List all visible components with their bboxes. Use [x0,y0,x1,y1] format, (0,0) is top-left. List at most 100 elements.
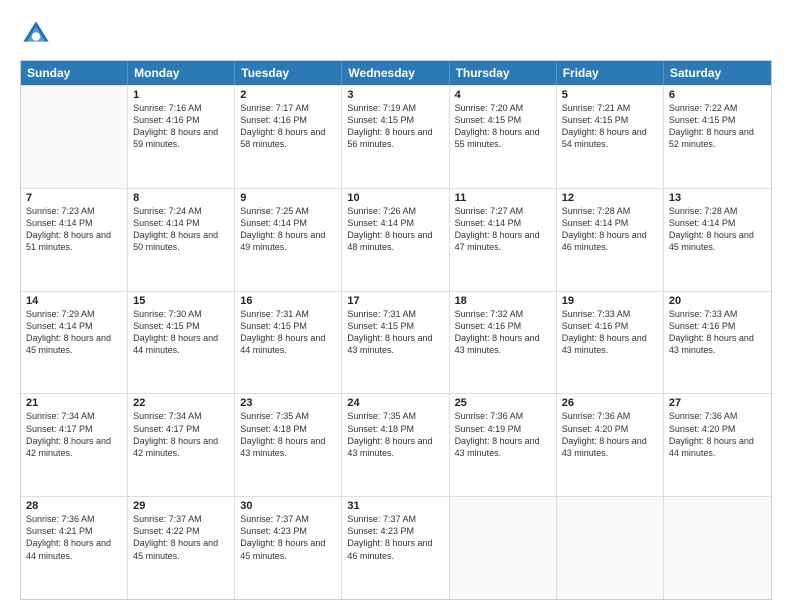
daylight-line2: 42 minutes. [26,447,122,459]
calendar-body: 1Sunrise: 7:16 AMSunset: 4:16 PMDaylight… [21,85,771,599]
sunset-line: Sunset: 4:21 PM [26,525,122,537]
weekday-header-tuesday: Tuesday [235,61,342,85]
sunrise-line: Sunrise: 7:29 AM [26,308,122,320]
weekday-header-thursday: Thursday [450,61,557,85]
sunset-line: Sunset: 4:16 PM [240,114,336,126]
day-number: 30 [240,500,336,512]
daylight-line1: Daylight: 8 hours and [133,332,229,344]
daylight-line1: Daylight: 8 hours and [26,435,122,447]
daylight-line2: 51 minutes. [26,241,122,253]
day-number: 5 [562,89,658,101]
sunrise-line: Sunrise: 7:36 AM [26,513,122,525]
sunrise-line: Sunrise: 7:24 AM [133,205,229,217]
sunset-line: Sunset: 4:14 PM [26,217,122,229]
daylight-line1: Daylight: 8 hours and [562,332,658,344]
sunset-line: Sunset: 4:22 PM [133,525,229,537]
sunset-line: Sunset: 4:14 PM [133,217,229,229]
daylight-line1: Daylight: 8 hours and [455,229,551,241]
day-number: 2 [240,89,336,101]
sunrise-line: Sunrise: 7:34 AM [26,410,122,422]
daylight-line2: 59 minutes. [133,138,229,150]
daylight-line1: Daylight: 8 hours and [240,229,336,241]
calendar-row-1: 7Sunrise: 7:23 AMSunset: 4:14 PMDaylight… [21,188,771,291]
calendar-cell: 21Sunrise: 7:34 AMSunset: 4:17 PMDayligh… [21,394,128,496]
sunrise-line: Sunrise: 7:21 AM [562,102,658,114]
daylight-line2: 55 minutes. [455,138,551,150]
daylight-line2: 44 minutes. [669,447,766,459]
sunset-line: Sunset: 4:16 PM [562,320,658,332]
calendar-cell: 14Sunrise: 7:29 AMSunset: 4:14 PMDayligh… [21,292,128,394]
sunset-line: Sunset: 4:15 PM [669,114,766,126]
daylight-line2: 52 minutes. [669,138,766,150]
daylight-line2: 45 minutes. [669,241,766,253]
weekday-header-saturday: Saturday [664,61,771,85]
sunset-line: Sunset: 4:18 PM [347,423,443,435]
calendar-row-3: 21Sunrise: 7:34 AMSunset: 4:17 PMDayligh… [21,393,771,496]
calendar-cell: 26Sunrise: 7:36 AMSunset: 4:20 PMDayligh… [557,394,664,496]
day-number: 12 [562,192,658,204]
sunrise-line: Sunrise: 7:37 AM [347,513,443,525]
day-number: 16 [240,295,336,307]
daylight-line2: 43 minutes. [562,344,658,356]
sunset-line: Sunset: 4:19 PM [455,423,551,435]
day-number: 31 [347,500,443,512]
sunset-line: Sunset: 4:17 PM [133,423,229,435]
sunset-line: Sunset: 4:14 PM [347,217,443,229]
calendar-cell: 16Sunrise: 7:31 AMSunset: 4:15 PMDayligh… [235,292,342,394]
calendar-cell [450,497,557,599]
sunrise-line: Sunrise: 7:34 AM [133,410,229,422]
sunrise-line: Sunrise: 7:37 AM [240,513,336,525]
calendar-cell: 20Sunrise: 7:33 AMSunset: 4:16 PMDayligh… [664,292,771,394]
sunrise-line: Sunrise: 7:22 AM [669,102,766,114]
sunset-line: Sunset: 4:16 PM [133,114,229,126]
sunrise-line: Sunrise: 7:25 AM [240,205,336,217]
sunrise-line: Sunrise: 7:32 AM [455,308,551,320]
daylight-line2: 43 minutes. [562,447,658,459]
sunset-line: Sunset: 4:16 PM [669,320,766,332]
daylight-line2: 43 minutes. [669,344,766,356]
calendar-cell: 23Sunrise: 7:35 AMSunset: 4:18 PMDayligh… [235,394,342,496]
day-number: 24 [347,397,443,409]
sunset-line: Sunset: 4:18 PM [240,423,336,435]
calendar-header: SundayMondayTuesdayWednesdayThursdayFrid… [21,61,771,85]
daylight-line2: 43 minutes. [347,344,443,356]
calendar-cell: 29Sunrise: 7:37 AMSunset: 4:22 PMDayligh… [128,497,235,599]
daylight-line1: Daylight: 8 hours and [669,229,766,241]
daylight-line2: 54 minutes. [562,138,658,150]
daylight-line1: Daylight: 8 hours and [133,537,229,549]
sunrise-line: Sunrise: 7:33 AM [669,308,766,320]
daylight-line2: 45 minutes. [133,550,229,562]
sunset-line: Sunset: 4:14 PM [669,217,766,229]
daylight-line2: 44 minutes. [133,344,229,356]
calendar-row-4: 28Sunrise: 7:36 AMSunset: 4:21 PM Dayligh… [21,496,771,599]
daylight-line1: Daylight: 8 hours and [669,332,766,344]
daylight-line2: 43 minutes. [455,447,551,459]
daylight-line2: 46 minutes. [347,550,443,562]
daylight-line1: Daylight: 8 hours and [133,229,229,241]
calendar-cell [664,497,771,599]
day-number: 11 [455,192,551,204]
calendar-cell: 3Sunrise: 7:19 AMSunset: 4:15 PMDaylight… [342,86,449,188]
header [20,18,772,50]
day-number: 29 [133,500,229,512]
calendar-cell: 19Sunrise: 7:33 AMSunset: 4:16 PMDayligh… [557,292,664,394]
day-number: 1 [133,89,229,101]
daylight-line2: 43 minutes. [240,447,336,459]
weekday-header-wednesday: Wednesday [342,61,449,85]
daylight-line1: Daylight: 8 hours and [455,435,551,447]
daylight-line2: 56 minutes. [347,138,443,150]
daylight-line1: Daylight: 8 hours and [562,126,658,138]
calendar-cell: 1Sunrise: 7:16 AMSunset: 4:16 PMDaylight… [128,86,235,188]
daylight-line2: 44 minutes. [26,550,122,562]
sunset-line: Sunset: 4:15 PM [347,320,443,332]
calendar-cell: 12Sunrise: 7:28 AMSunset: 4:14 PMDayligh… [557,189,664,291]
calendar-cell: 11Sunrise: 7:27 AMSunset: 4:14 PMDayligh… [450,189,557,291]
day-number: 28 [26,500,122,512]
calendar-cell: 18Sunrise: 7:32 AMSunset: 4:16 PMDayligh… [450,292,557,394]
calendar-row-0: 1Sunrise: 7:16 AMSunset: 4:16 PMDaylight… [21,85,771,188]
daylight-line2: 43 minutes. [347,447,443,459]
day-number: 4 [455,89,551,101]
calendar-cell: 25Sunrise: 7:36 AMSunset: 4:19 PMDayligh… [450,394,557,496]
daylight-line2: 45 minutes. [240,550,336,562]
weekday-header-sunday: Sunday [21,61,128,85]
